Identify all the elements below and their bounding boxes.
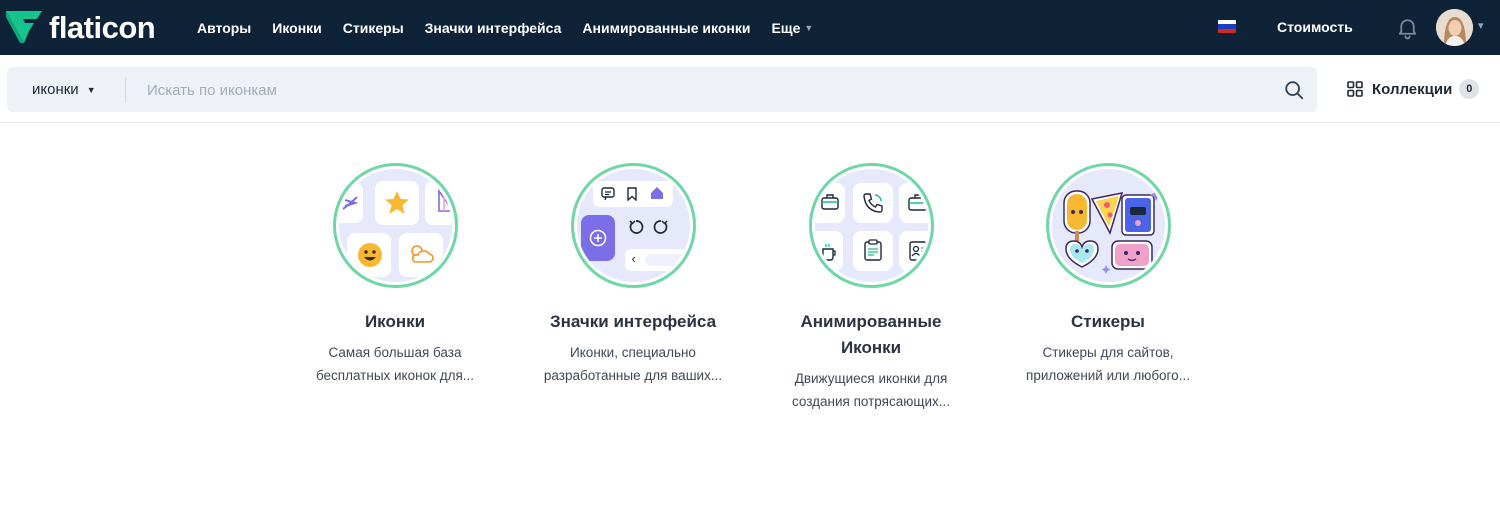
nav-interface-icons[interactable]: Значки интерфейса bbox=[425, 20, 562, 36]
category-title: Анимированные Иконки bbox=[771, 309, 971, 361]
description-line: бесплатных иконок для... bbox=[315, 368, 475, 383]
user-avatar[interactable] bbox=[1436, 9, 1473, 46]
search-input[interactable] bbox=[147, 77, 1247, 103]
flaticon-logo[interactable]: flaticon bbox=[6, 9, 156, 45]
search-scope-dropdown[interactable]: иконки ▼ bbox=[32, 81, 96, 98]
search-bar: иконки ▼ bbox=[7, 67, 1317, 112]
search-row: иконки ▼ Коллекции 0 bbox=[0, 55, 1500, 123]
category-description: Иконки, специально разработанные для ваш… bbox=[533, 341, 733, 387]
sail-icon bbox=[437, 189, 452, 212]
category-animated-icons-thumbnail bbox=[808, 163, 934, 288]
nav-authors[interactable]: Авторы bbox=[197, 20, 251, 36]
collections-button[interactable]: Коллекции 0 bbox=[1347, 79, 1480, 99]
nav-more-dropdown[interactable]: Еще ▼ bbox=[771, 20, 813, 36]
category-stickers[interactable]: Стикеры Стикеры для сайтов, приложений и… bbox=[1008, 163, 1208, 387]
caret-down-icon: ▼ bbox=[86, 84, 96, 95]
nav-animated-icons[interactable]: Анимированные иконки bbox=[582, 20, 750, 36]
nav-stickers[interactable]: Стикеры bbox=[343, 20, 404, 36]
category-icons[interactable]: Иконки Самая большая база бесплатных ико… bbox=[295, 163, 495, 387]
category-icons-thumbnail bbox=[332, 163, 458, 288]
category-title: Иконки bbox=[364, 312, 426, 331]
nav-icons[interactable]: Иконки bbox=[272, 20, 322, 36]
chevron-down-icon: ▼ bbox=[804, 22, 814, 33]
description-line: Иконки, специально bbox=[570, 345, 696, 360]
title-line: Иконки bbox=[840, 338, 902, 357]
category-animated-icons[interactable]: Анимированные Иконки Движущиеся иконки д… bbox=[771, 163, 971, 413]
pricing-link[interactable]: Стоимость bbox=[1277, 19, 1353, 35]
box-sticker bbox=[1120, 194, 1155, 236]
wallet-sticker bbox=[1110, 240, 1153, 270]
description-line: приложений или любого... bbox=[1026, 368, 1190, 383]
category-description: Движущиеся иконки для создания потрясающ… bbox=[771, 367, 971, 413]
title-line: Анимированные bbox=[800, 312, 942, 331]
stickers-collage bbox=[1062, 189, 1162, 274]
chevron-left-icon: ‹ bbox=[631, 251, 636, 266]
category-description: Самая большая база бесплатных иконок для… bbox=[295, 341, 495, 387]
smiley-icon bbox=[357, 243, 382, 267]
popsicle-sticker bbox=[1062, 190, 1091, 241]
flaticon-logo-icon bbox=[6, 11, 42, 43]
collections-count-badge: 0 bbox=[1459, 79, 1480, 99]
search-icon[interactable] bbox=[1283, 79, 1305, 101]
avatar-image bbox=[1436, 9, 1473, 46]
undo-icon bbox=[628, 220, 643, 234]
description-line: разработанные для ваших... bbox=[543, 368, 723, 383]
collections-label: Коллекции bbox=[1372, 80, 1453, 98]
arrow-icon bbox=[341, 196, 358, 210]
bookmark-icon bbox=[626, 187, 637, 201]
briefcase-icon bbox=[820, 194, 839, 210]
redo-icon bbox=[653, 220, 668, 234]
description-line: создания потрясающих... bbox=[792, 394, 950, 409]
cup-icon bbox=[821, 244, 836, 261]
logo-text: flaticon bbox=[49, 9, 156, 45]
hearts-sticker bbox=[1064, 240, 1099, 268]
toolbox-icon bbox=[907, 194, 928, 211]
category-stickers-thumbnail bbox=[1045, 163, 1171, 288]
category-interface-icons-thumbnail: ‹ bbox=[570, 163, 696, 288]
category-title: Значки интерфейса bbox=[549, 312, 717, 331]
mini-search-field bbox=[644, 254, 687, 266]
chevron-down-icon[interactable]: ▾ bbox=[1478, 19, 1484, 32]
phone-icon bbox=[862, 193, 883, 213]
bell-icon[interactable] bbox=[1395, 15, 1420, 40]
clipboard-icon bbox=[863, 239, 882, 261]
chat-icon bbox=[600, 187, 615, 201]
category-description: Стикеры для сайтов, приложений или любог… bbox=[1008, 341, 1208, 387]
description-line: Движущиеся иконки для bbox=[794, 371, 948, 386]
category-title: Стикеры bbox=[1071, 312, 1145, 331]
home-icon bbox=[650, 187, 663, 199]
top-navigation-bar: flaticon Авторы Иконки Стикеры Значки ин… bbox=[0, 0, 1500, 55]
main-nav: Авторы Иконки Стикеры Значки интерфейса … bbox=[197, 0, 834, 55]
nav-more-label: Еще bbox=[771, 19, 801, 36]
search-divider bbox=[125, 77, 126, 103]
id-card-icon bbox=[908, 241, 927, 261]
cloud-sun-icon bbox=[410, 245, 434, 263]
star-icon bbox=[384, 191, 409, 214]
grid-icon bbox=[1347, 81, 1363, 97]
plus-circle-icon bbox=[589, 229, 606, 247]
search-scope-label: иконки bbox=[32, 81, 79, 98]
category-interface-icons[interactable]: ‹ Значки интерфейса Иконки, специально р… bbox=[533, 163, 733, 387]
pizza-sticker bbox=[1090, 192, 1123, 235]
description-line: Самая большая база bbox=[328, 345, 462, 360]
description-line: Стикеры для сайтов, bbox=[1042, 345, 1174, 360]
russia-flag-icon[interactable] bbox=[1218, 20, 1236, 33]
